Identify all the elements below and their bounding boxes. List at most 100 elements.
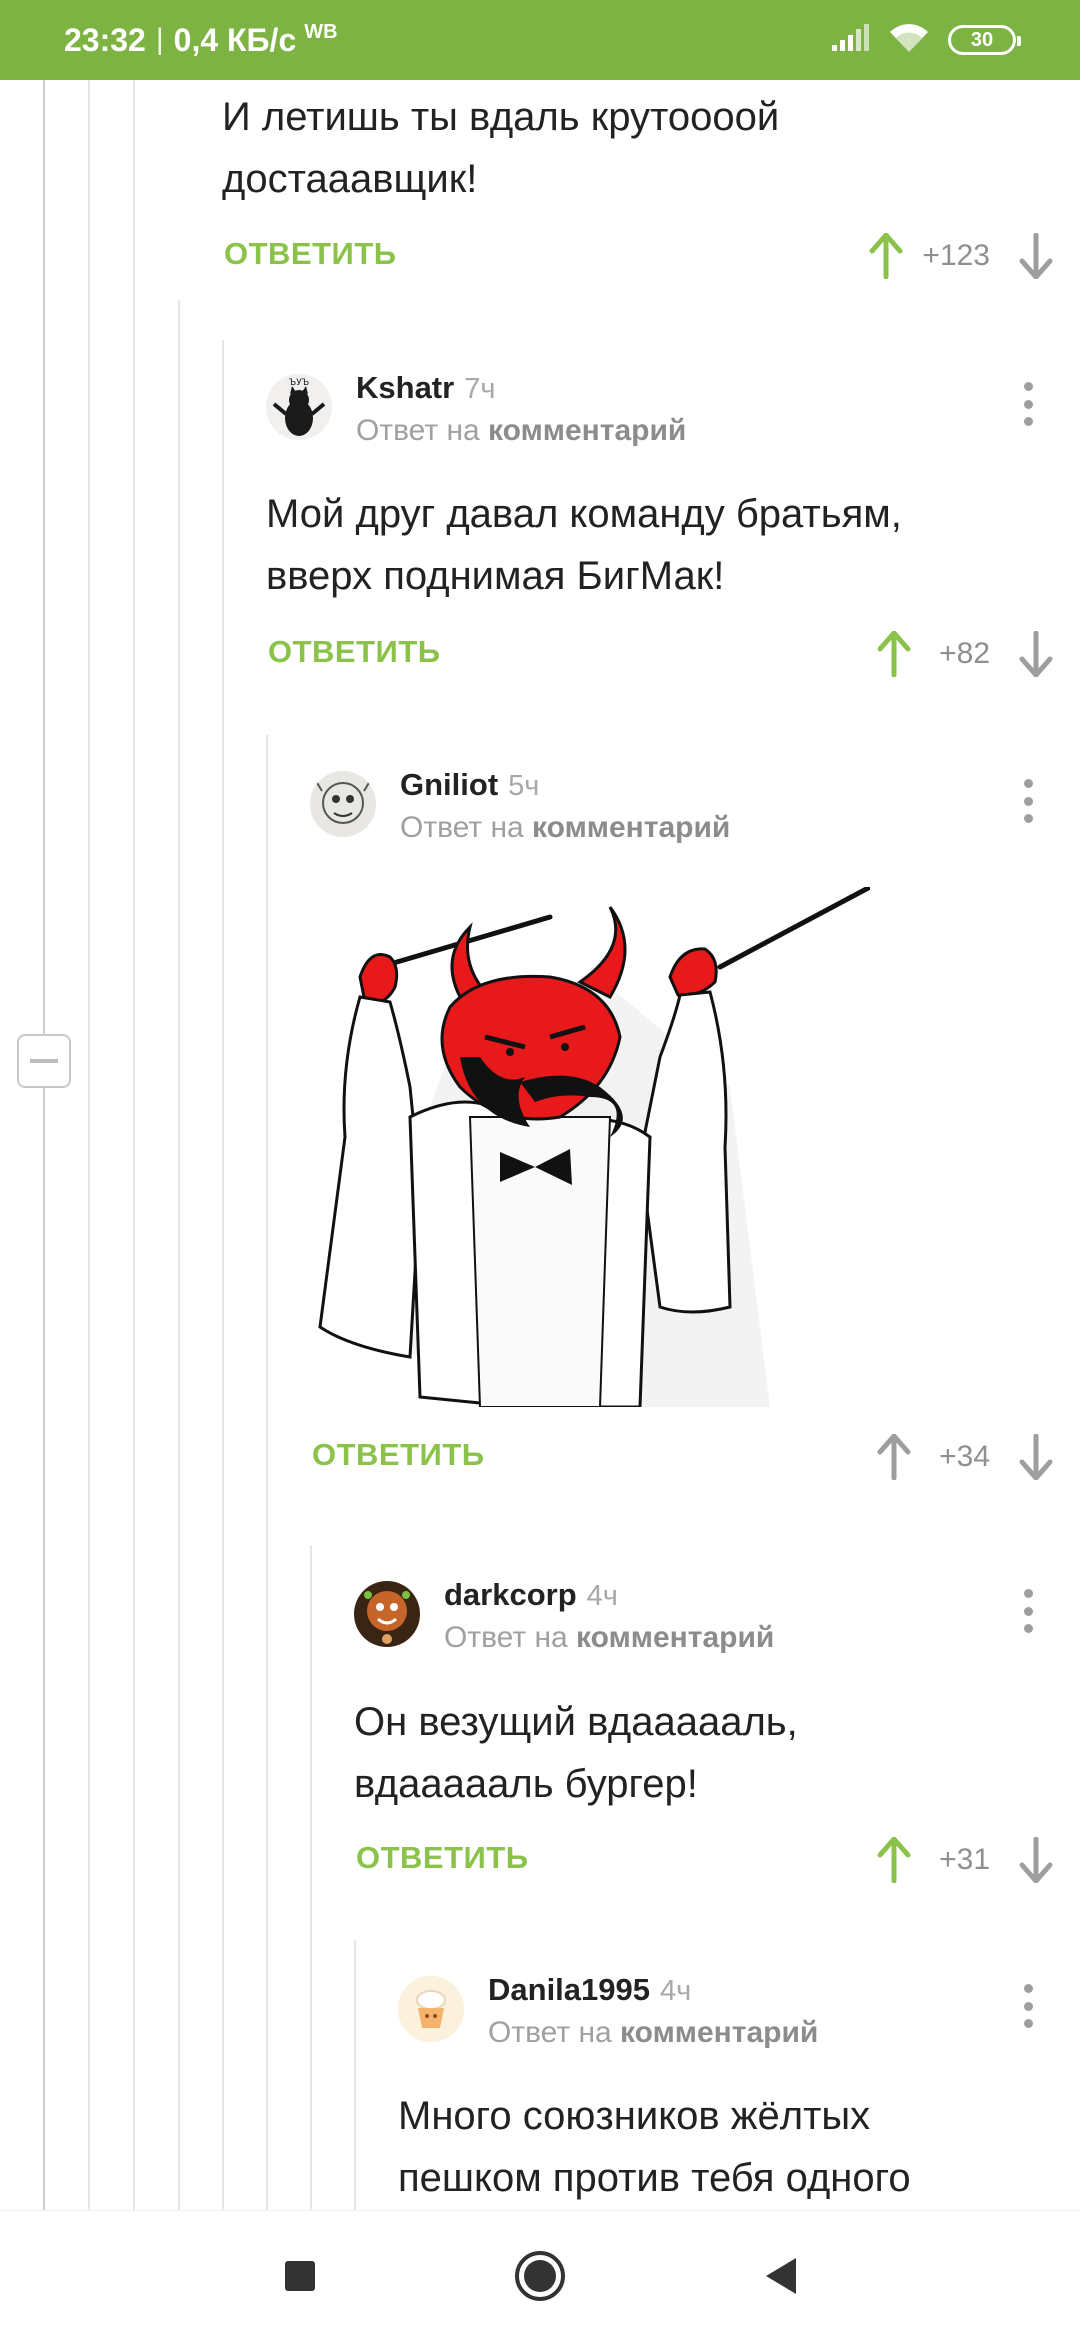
author-username[interactable]: darkcorp [444,1577,577,1612]
comment-actions: ОТВЕТИТЬ +34 [310,1427,1080,1487]
reply-to-label: Ответ на комментарий [488,2016,818,2050]
screen: 23:32 | 0,4 КБ/с WB 30 И летишь ты вдаль… [0,0,1080,2340]
upvote-icon[interactable] [870,626,918,682]
vote-controls: +34 [870,1427,1060,1487]
sketch-creature-avatar-icon [310,771,376,837]
thread-line [354,1940,356,2210]
score: +31 [939,1843,990,1876]
comment-actions: ОТВЕТИТЬ +123 [222,226,1080,286]
home-button[interactable] [505,2241,575,2311]
circle-icon [515,2250,565,2301]
more-options-icon[interactable] [1022,1984,1034,2028]
reply-to-label: Ответ на комментарий [444,1621,774,1655]
thread-line [310,1545,312,2210]
reply-to-label: Ответ на комментарий [356,414,686,448]
more-options-icon[interactable] [1022,1589,1034,1633]
battery-icon: 30 [948,25,1021,55]
reply-to-prefix: Ответ на [356,414,480,447]
upvote-icon[interactable] [862,228,910,284]
reply-to-prefix: Ответ на [444,1621,568,1654]
cupcake-avatar-icon [398,1976,464,2042]
more-options-icon[interactable] [1022,382,1034,426]
comment-text: Много союзников жёлтых пешком против теб… [398,2094,911,2200]
recents-button[interactable] [265,2241,335,2311]
carrier-badge: WB [304,20,338,43]
more-options-icon[interactable] [1022,779,1034,823]
author-username[interactable]: Gniliot [400,767,498,802]
thread-line [222,340,224,2210]
comment-text: Мой друг давал команду братьям, вверх по… [266,492,902,598]
comment-text: И летишь ты вдаль крутоооой достааавщик! [222,95,780,201]
triangle-back-icon [766,2257,796,2294]
author-name[interactable]: Danila1995 4ч [488,1972,691,2008]
comment: Gniliot 5ч Ответ на комментарий ОТВЕТИТЬ… [310,767,1080,1527]
score: +34 [939,1440,990,1473]
vote-controls: +82 [870,624,1060,684]
comment-actions: ОТВЕТИТЬ +82 [266,624,1080,684]
vote-controls: +31 [870,1830,1060,1890]
back-button[interactable] [745,2241,815,2311]
comment-time: 4ч [586,1580,618,1612]
reply-to-link[interactable]: комментарий [620,2016,818,2049]
downvote-icon[interactable] [1012,228,1060,284]
reply-to-prefix: Ответ на [488,2016,612,2049]
comment-time: 4ч [660,1975,692,2007]
devil-conductor-image [318,884,873,1409]
upvote-icon[interactable] [870,1429,918,1485]
gingerbread-avatar-icon [354,1581,420,1647]
comment: И летишь ты вдаль крутоооой достааавщик!… [222,80,1080,300]
thread-line [43,80,45,2210]
comment: Danila1995 4ч Ответ на комментарий Много … [398,1972,1080,2210]
score: +123 [922,239,990,272]
reply-to-prefix: Ответ на [400,811,524,844]
collapse-thread-button[interactable] [17,1034,71,1088]
reply-to-link[interactable]: комментарий [532,811,730,844]
network-speed: 0,4 КБ/с [173,21,297,58]
thread-line [266,735,268,2210]
author-username[interactable]: Kshatr [356,370,454,405]
comment-header: darkcorp 4ч Ответ на комментарий [354,1577,1080,1654]
author-name[interactable]: Gniliot 5ч [400,767,539,803]
score: +82 [939,637,990,670]
downvote-icon[interactable] [1012,626,1060,682]
avatar[interactable]: ЪУЪ [266,374,332,440]
comment: darkcorp 4ч Ответ на комментарий Он везущ… [354,1577,1080,1897]
comment-header: Danila1995 4ч Ответ на комментарий [398,1972,1080,2049]
reply-to-link[interactable]: комментарий [576,1621,774,1654]
reply-to-label: Ответ на комментарий [400,811,730,845]
avatar[interactable] [398,1976,464,2042]
author-username[interactable]: Danila1995 [488,1972,650,2007]
comment-time: 5ч [508,770,540,802]
comment-header: ЪУЪ Kshatr 7ч Ответ на комментарий [266,370,1080,447]
reply-button[interactable]: ОТВЕТИТЬ [356,1840,529,1876]
square-icon [285,2260,315,2291]
signal-icon [830,23,870,58]
thread-line [88,80,90,2210]
comment-text: Он везущий вдаааааль, вдаааааль бургер! [354,1700,798,1806]
avatar[interactable] [354,1581,420,1647]
system-nav-bar [0,2210,1080,2340]
comment-image[interactable] [310,884,873,1409]
vote-controls: +123 [862,226,1060,286]
reply-button[interactable]: ОТВЕТИТЬ [312,1437,485,1473]
reply-button[interactable]: ОТВЕТИТЬ [268,634,441,670]
battery-level: 30 [970,28,994,51]
avatar[interactable] [310,771,376,837]
comment-time: 7ч [464,373,496,405]
thread-line [178,300,180,2210]
reply-to-link[interactable]: комментарий [488,414,686,447]
svg-text:ЪУЪ: ЪУЪ [289,378,309,388]
status-bar: 23:32 | 0,4 КБ/с WB 30 [0,0,1080,80]
status-separator: | [155,23,164,56]
comment-actions: ОТВЕТИТЬ +31 [354,1830,1080,1890]
author-name[interactable]: Kshatr 7ч [356,370,495,406]
upvote-icon[interactable] [870,1832,918,1888]
reply-button[interactable]: ОТВЕТИТЬ [224,236,397,272]
status-time: 23:32 [64,21,146,58]
downvote-icon[interactable] [1012,1832,1060,1888]
black-cat-avatar-icon: ЪУЪ [266,374,332,440]
downvote-icon[interactable] [1012,1429,1060,1485]
author-name[interactable]: darkcorp 4ч [444,1577,618,1613]
thread-line [133,80,135,2210]
comment: ЪУЪ Kshatr 7ч Ответ на комментарий Мой др… [266,370,1080,690]
